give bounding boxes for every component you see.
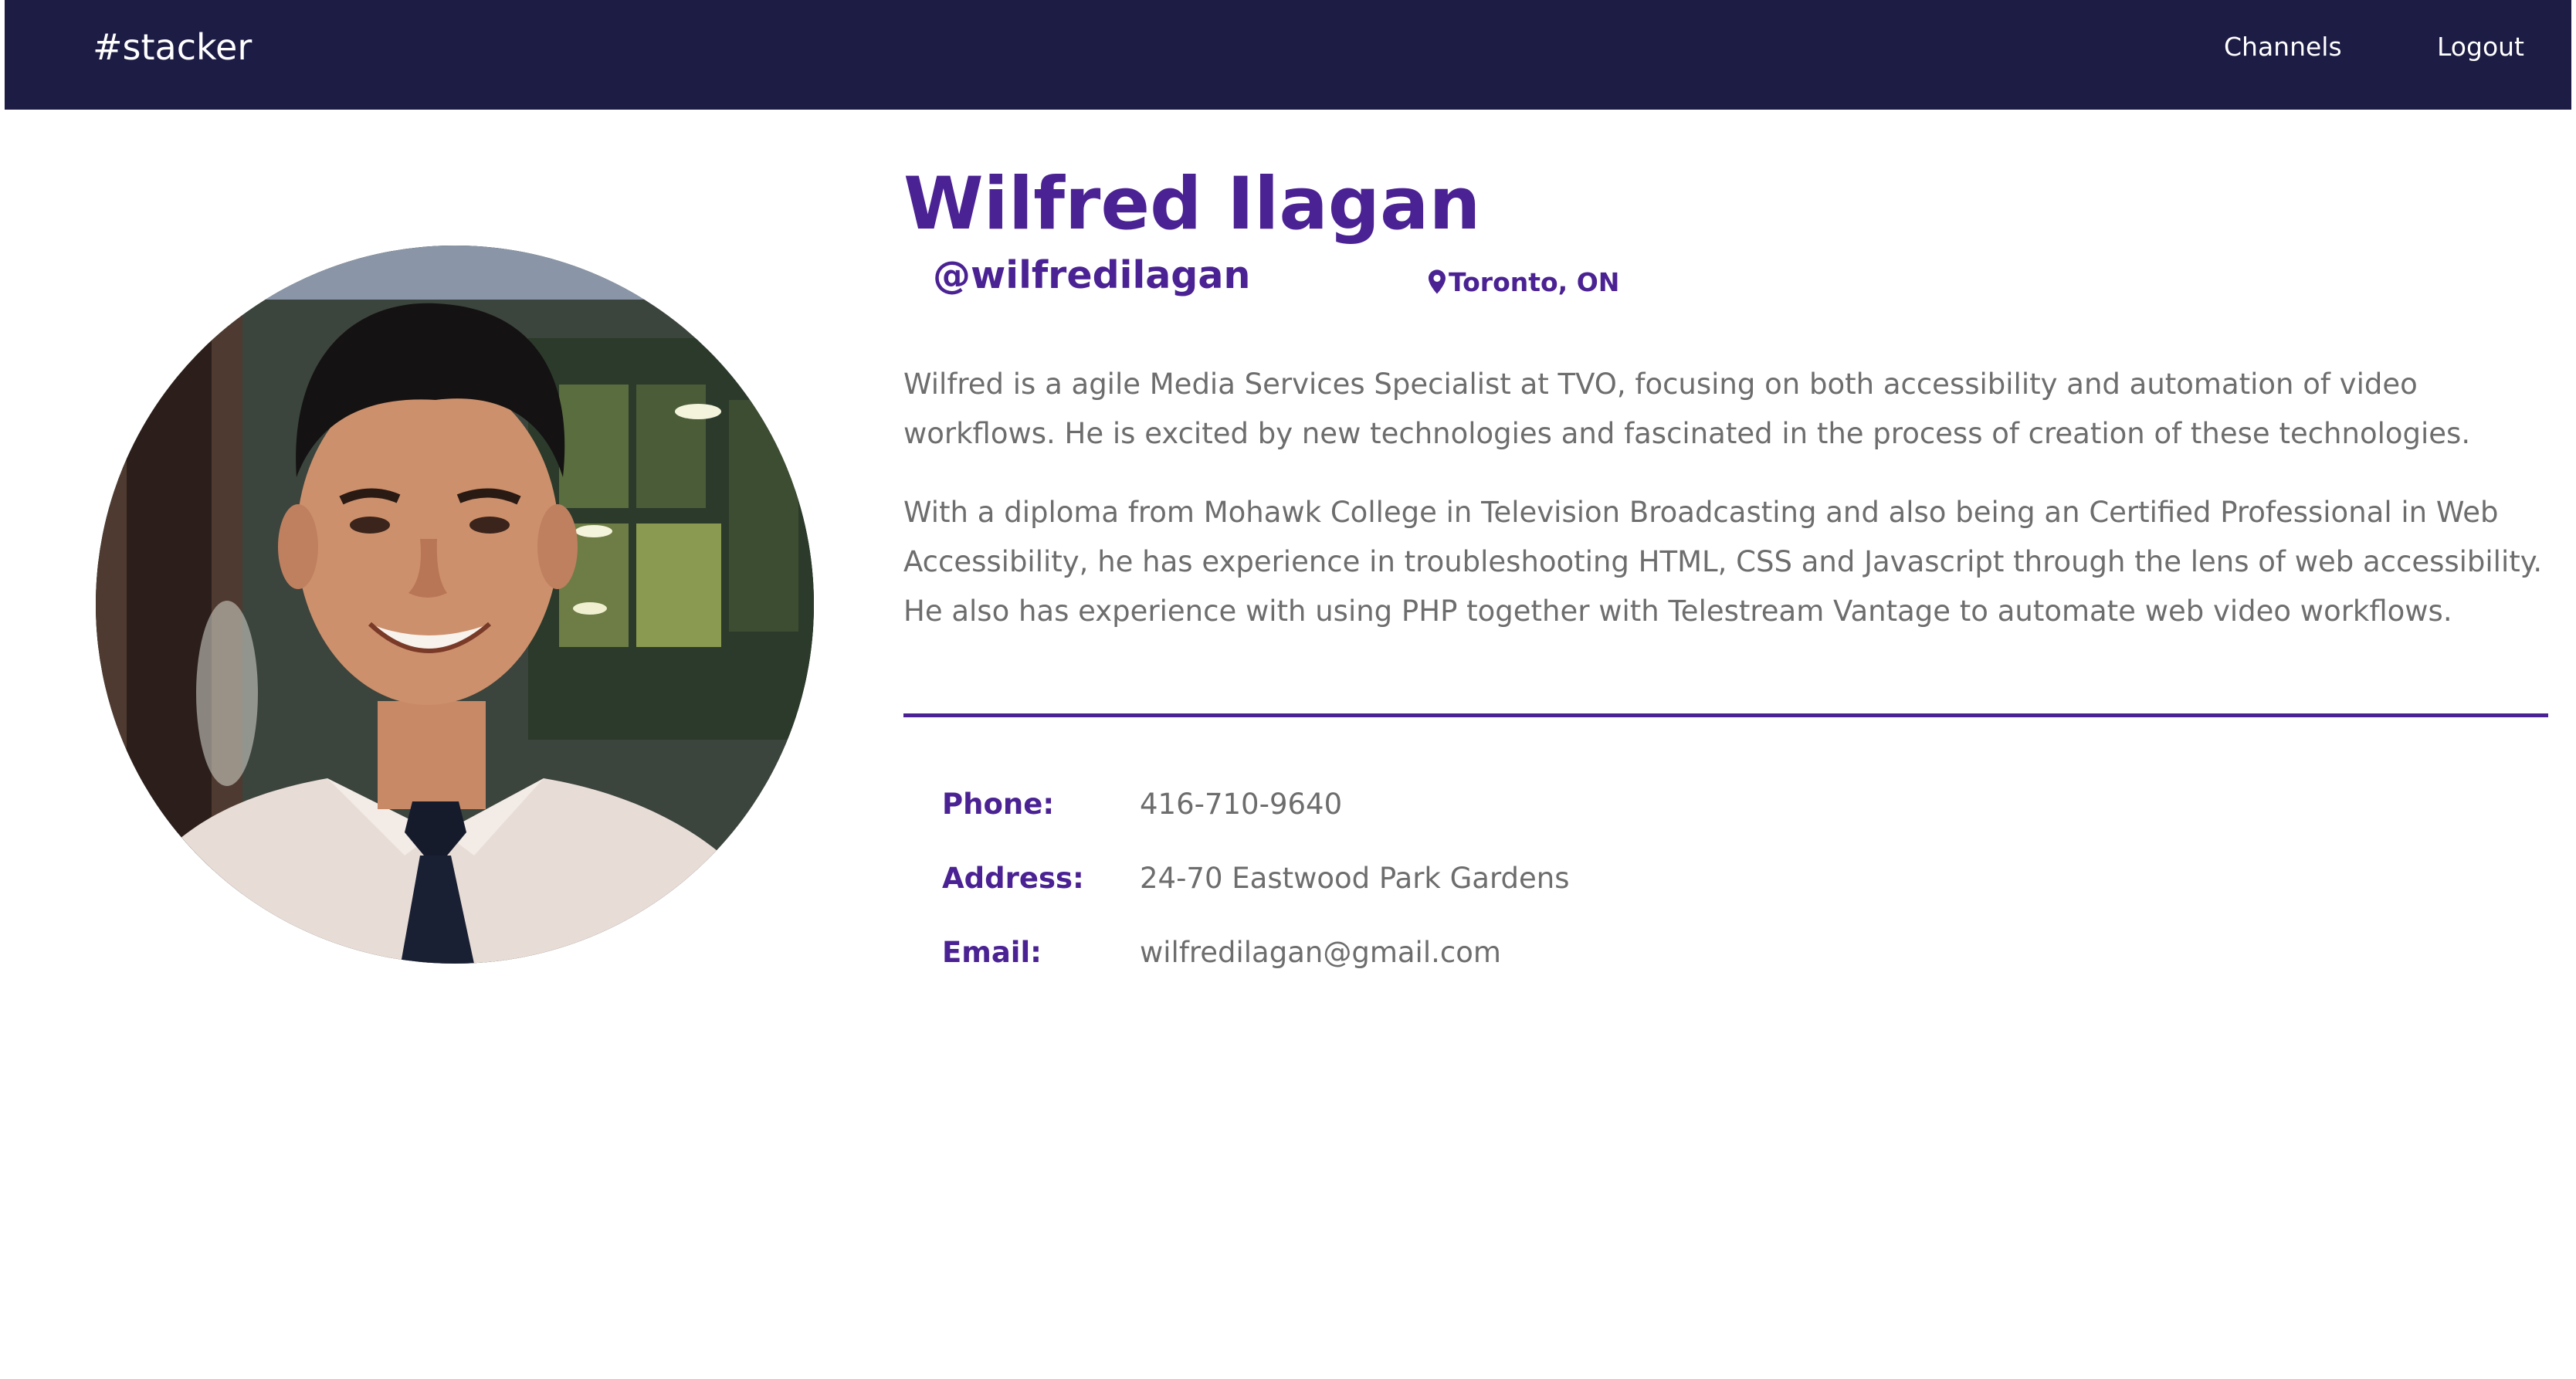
profile-page: #stacker Channels Logout Wilfred Ilagan … — [0, 0, 2576, 1379]
location-text: Toronto, ON — [1449, 266, 1620, 297]
address-value: 24-70 Eastwood Park Gardens — [1140, 862, 1570, 895]
contact-row-phone: Phone: 416-710-9640 — [942, 781, 1869, 828]
map-marker-icon — [1429, 269, 1446, 294]
top-navbar: #stacker Channels Logout — [5, 0, 2571, 110]
bio-paragraph: With a diploma from Mohawk College in Te… — [903, 496, 2543, 628]
bio-paragraph: Wilfred is a agile Media Services Specia… — [903, 368, 2471, 450]
nav-channels-link[interactable]: Channels — [2224, 0, 2342, 94]
profile-avatar — [96, 246, 814, 964]
profile-location: Toronto, ON — [1429, 261, 1619, 303]
profile-handle: @wilfredilagan — [933, 253, 1251, 297]
address-label: Address: — [942, 862, 1084, 895]
section-divider — [903, 713, 2548, 717]
contact-row-email: Email: wilfredilagan@gmail.com — [942, 930, 1869, 976]
email-label: Email: — [942, 936, 1042, 969]
email-value: wilfredilagan@gmail.com — [1140, 936, 1501, 969]
avatar-photo — [96, 246, 814, 964]
contact-row-address: Address: 24-70 Eastwood Park Gardens — [942, 856, 1869, 902]
profile-name: Wilfred Ilagan — [903, 162, 1481, 246]
phone-label: Phone: — [942, 788, 1055, 821]
phone-value: 416-710-9640 — [1140, 788, 1343, 821]
nav-logout-link[interactable]: Logout — [2437, 0, 2524, 94]
brand-logo[interactable]: #stacker — [93, 0, 252, 94]
